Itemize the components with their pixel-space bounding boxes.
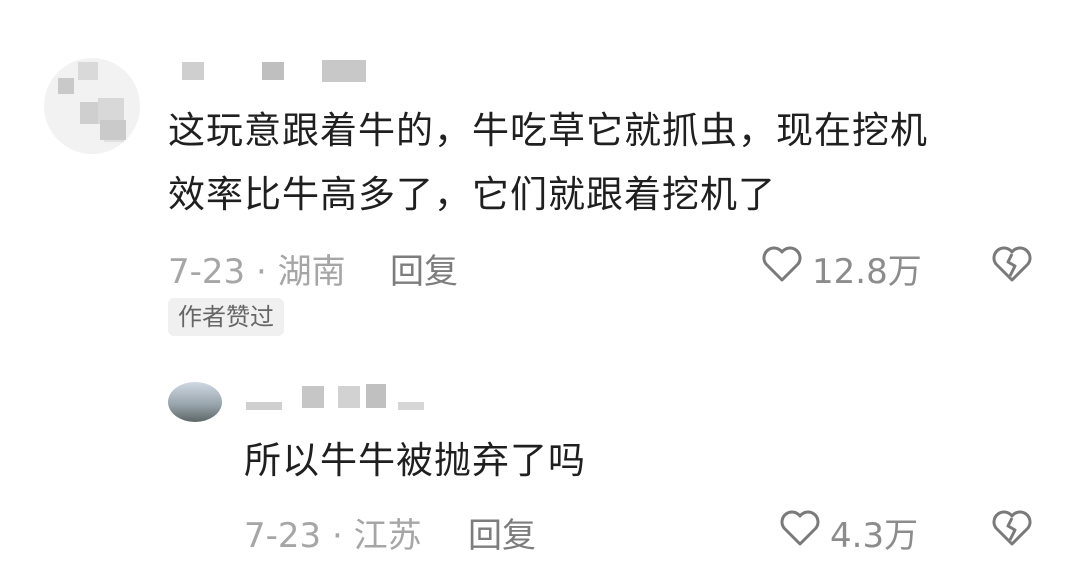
like-button[interactable] (760, 244, 804, 284)
reply-button[interactable]: 回复 (390, 244, 458, 293)
broken-heart-icon (990, 244, 1034, 284)
reply-date-location: 7-23 · 江苏 (244, 516, 422, 556)
dislike-button[interactable] (990, 244, 1034, 284)
heart-icon (760, 244, 804, 284)
reply-commenter-avatar[interactable] (168, 382, 222, 422)
broken-heart-icon (990, 508, 1034, 548)
like-button-2[interactable] (778, 508, 822, 548)
reply-button-2[interactable]: 回复 (468, 508, 536, 557)
comment-text-line-1: 这玩意跟着牛的，牛吃草它就抓虫，现在挖机 (168, 109, 928, 152)
comment-date-location: 7-23 · 湖南 (168, 252, 346, 292)
reply-text: 所以牛牛被抛弃了吗 (244, 439, 586, 482)
heart-icon (778, 508, 822, 548)
author-liked-badge: 作者赞过 (168, 298, 284, 336)
comment-text-line-2: 效率比牛高多了，它们就跟着挖机了 (168, 173, 776, 216)
like-count: 12.8万 (812, 252, 922, 292)
dislike-button-2[interactable] (990, 508, 1034, 548)
like-count-2: 4.3万 (830, 516, 919, 556)
